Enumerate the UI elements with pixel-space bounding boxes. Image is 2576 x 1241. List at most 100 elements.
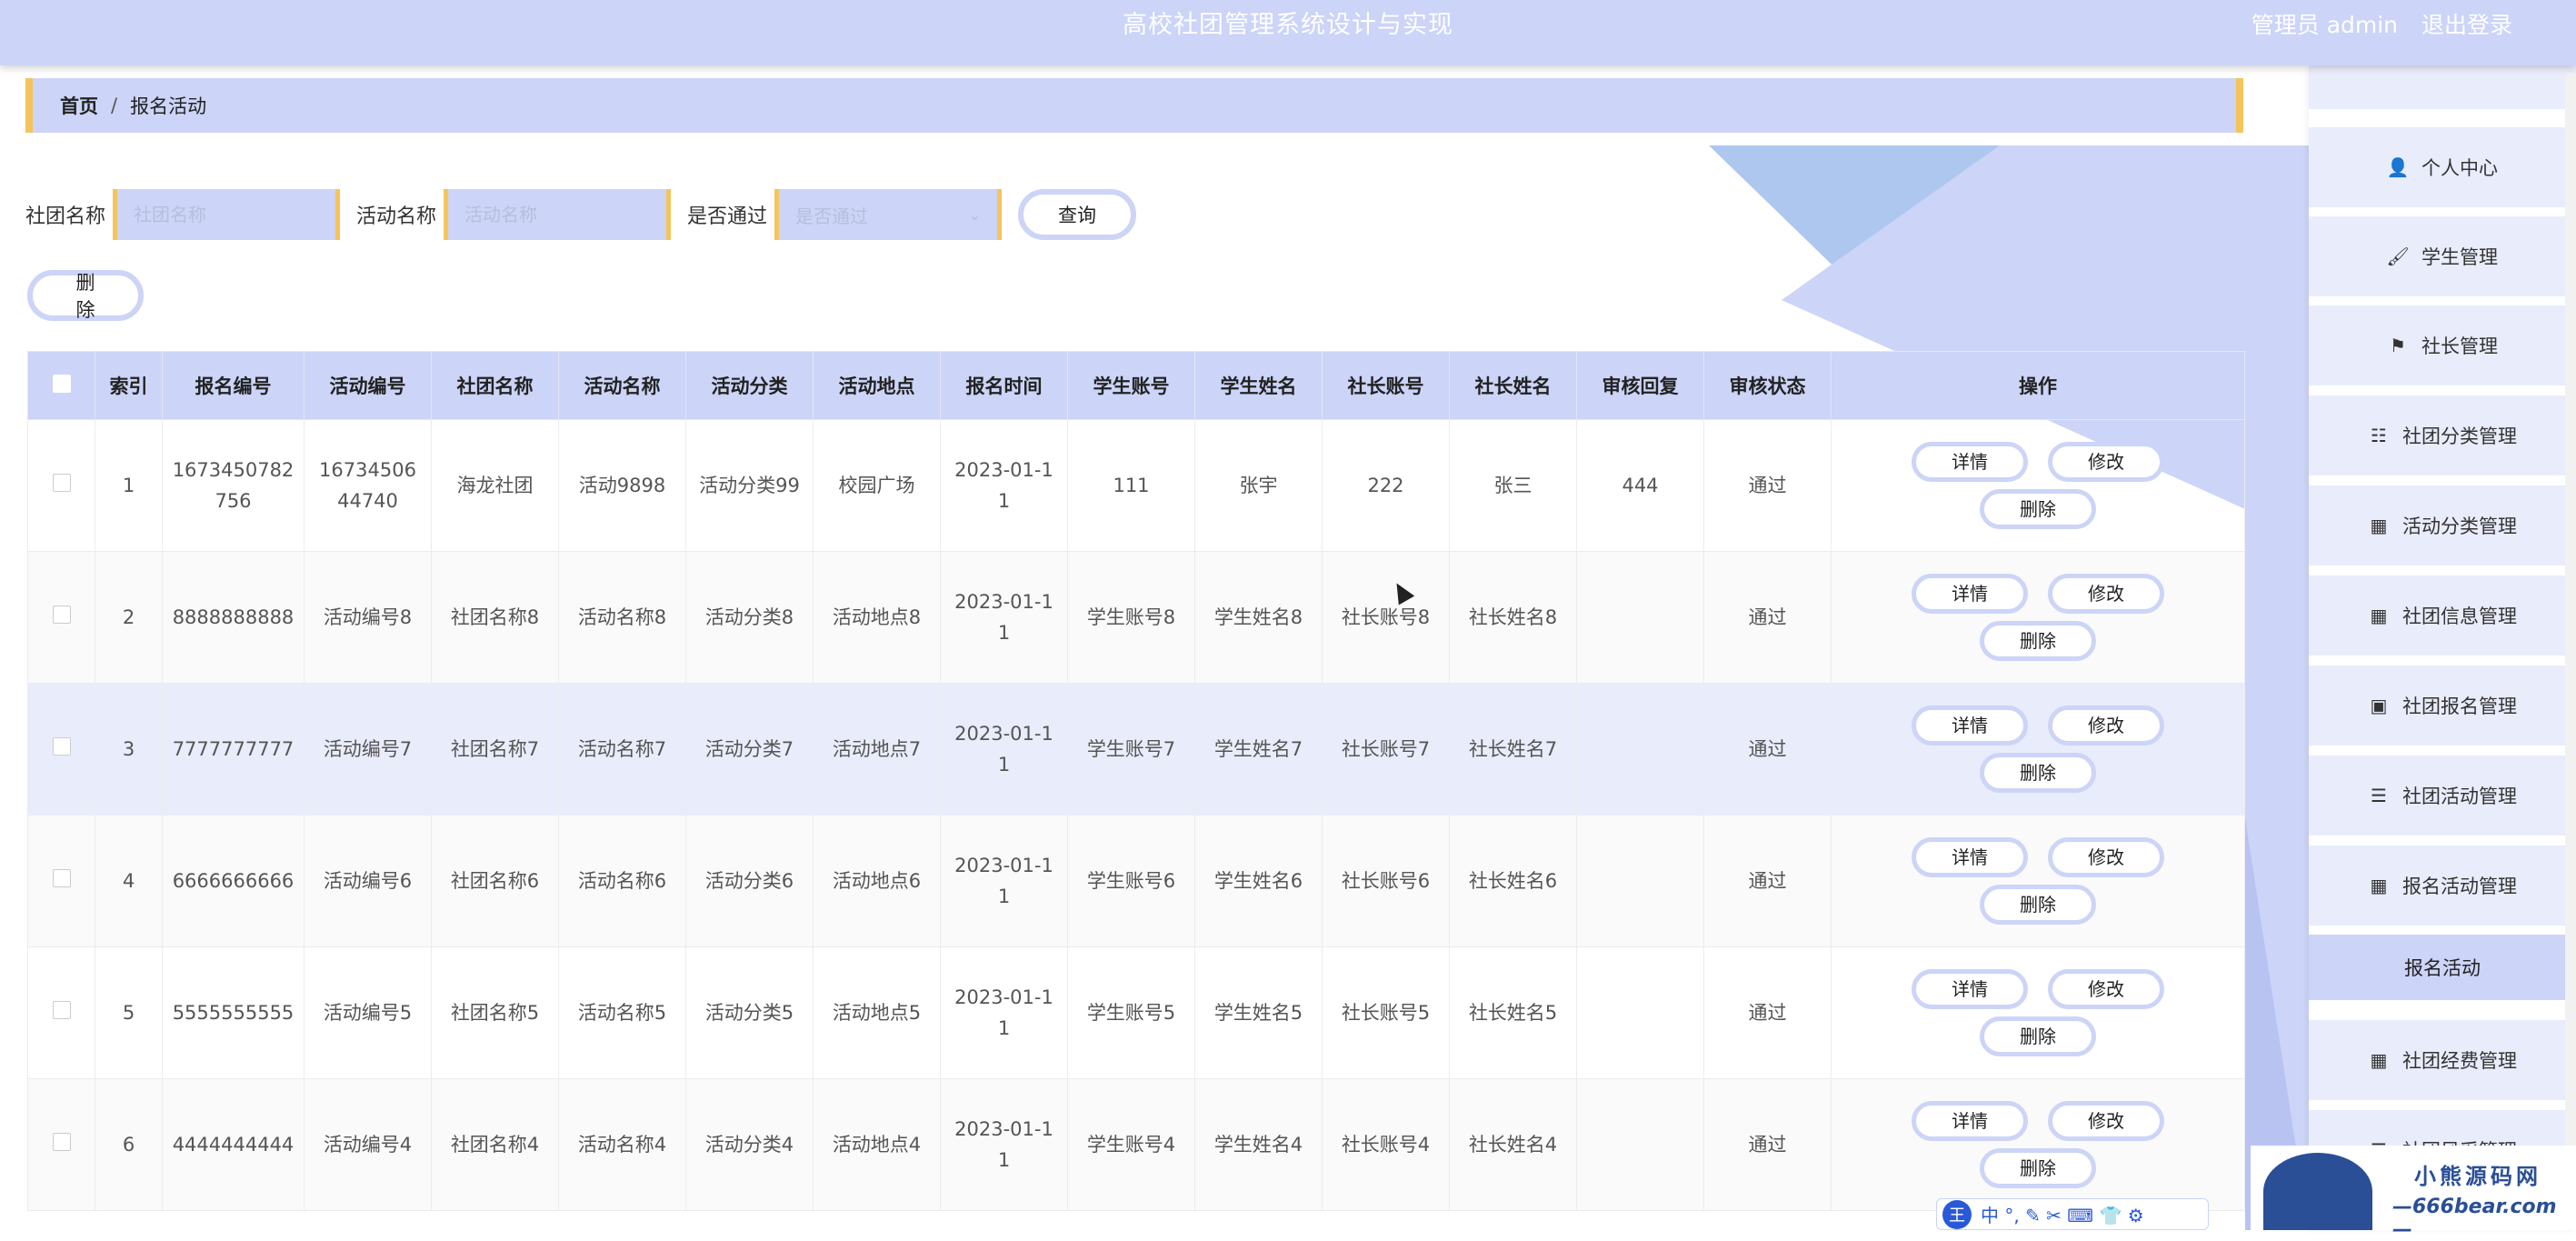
table-cell: 通过	[1703, 946, 1832, 1079]
sidebar-item[interactable]: ▦ 活动分类管理	[2309, 485, 2576, 565]
detail-button[interactable]: 详情	[1912, 1101, 2028, 1141]
table-cell: 活动编号4	[304, 1078, 432, 1211]
watermark-logo: 小熊源码网 —666bear.com—	[2251, 1146, 2576, 1241]
edit-button[interactable]: 修改	[2048, 574, 2164, 614]
sidebar-item[interactable]: 👤 个人中心	[2309, 127, 2576, 207]
row-checkbox[interactable]	[52, 474, 71, 492]
table-cell: 5	[95, 946, 163, 1079]
flag-icon: ⚑	[2390, 335, 2406, 356]
column-header: 活动地点	[813, 351, 941, 420]
row-select-cell	[27, 551, 95, 684]
sidebar-item[interactable]: ▦ 社团信息管理	[2309, 575, 2576, 656]
list-icon: ☰	[2371, 785, 2387, 806]
sidebar-item[interactable]: ⚑ 社长管理	[2309, 305, 2576, 385]
table-cell: 活动名称7	[558, 683, 686, 816]
detail-button[interactable]: 详情	[1912, 706, 2028, 746]
pass-status-select[interactable]: 是否通过 ⌄	[774, 189, 1003, 240]
edit-button[interactable]: 修改	[2048, 442, 2164, 482]
table-row: 2 8888888888 活动编号8 社团名称8 活动名称8 活动分类8 活动地点8 2023…	[27, 551, 2245, 684]
sliders-icon: ☷	[2371, 425, 2387, 446]
grid-icon: ▦	[2370, 1049, 2388, 1071]
table-cell: 社长账号5	[1322, 946, 1450, 1079]
sidebar-item-label: 社长管理	[2421, 335, 2498, 357]
sidebar-item[interactable]: ▣ 社团报名管理	[2309, 666, 2576, 746]
edit-button[interactable]: 修改	[2048, 969, 2164, 1009]
watermark-name: 小熊源码网	[2414, 1164, 2541, 1189]
sidebar-item[interactable]: ▦ 社团经费管理	[2309, 1020, 2576, 1100]
table-cell	[1576, 946, 1704, 1079]
detail-button[interactable]: 详情	[1912, 837, 2028, 877]
table-cell: 学生账号7	[1067, 683, 1195, 816]
table-cell: 通过	[1703, 419, 1832, 552]
row-select-cell	[27, 815, 95, 947]
row-delete-button[interactable]: 删除	[1980, 753, 2096, 793]
column-header: 社长账号	[1322, 351, 1450, 420]
table-cell: 社长姓名6	[1449, 815, 1577, 947]
detail-button[interactable]: 详情	[1912, 574, 2028, 614]
table-cell: 活动地点7	[813, 683, 941, 816]
sidebar-item-label: 社团经费管理	[2402, 1050, 2517, 1072]
table-row: 6 4444444444 活动编号4 社团名称4 活动名称4 活动分类4 活动地点4 2023…	[27, 1078, 2245, 1211]
breadcrumb-separator: /	[111, 95, 118, 116]
sidebar-scrollbar[interactable]	[2565, 73, 2576, 1230]
row-checkbox[interactable]	[52, 1001, 71, 1019]
table-cell: 社长账号4	[1322, 1078, 1450, 1211]
row-checkbox[interactable]	[52, 605, 71, 624]
row-actions: 详情 修改删除	[1831, 815, 2245, 947]
sidebar-item[interactable]: ☰ 社团活动管理	[2309, 756, 2576, 836]
sidebar-item[interactable]: 🖌 学生管理	[2309, 216, 2576, 296]
row-checkbox[interactable]	[52, 1133, 71, 1151]
table-cell: 社长姓名5	[1449, 946, 1577, 1079]
table-cell: 5555555555	[162, 946, 305, 1079]
sidebar-item[interactable]: ▦ 报名活动管理	[2309, 846, 2576, 926]
row-checkbox[interactable]	[52, 737, 71, 756]
column-header: 操作	[1831, 351, 2245, 420]
table-cell: 2023-01-11	[940, 419, 1068, 552]
table-cell: 4444444444	[162, 1078, 305, 1211]
sidebar-item[interactable]: 报名活动	[2309, 935, 2576, 1000]
table-cell: 学生账号6	[1067, 815, 1195, 947]
table-cell: 学生账号4	[1067, 1078, 1195, 1211]
logout-link[interactable]: 退出登录	[2421, 12, 2512, 38]
table-cell: 活动地点6	[813, 815, 941, 947]
query-button[interactable]: 查询	[1018, 189, 1137, 240]
row-delete-button[interactable]: 删除	[1980, 621, 2096, 661]
table-cell: 社长姓名4	[1449, 1078, 1577, 1211]
table-cell: 444	[1576, 419, 1704, 552]
table-cell: 活动分类7	[685, 683, 814, 816]
edit-button[interactable]: 修改	[2048, 837, 2164, 877]
registration-table: 索引 报名编号 活动编号 社团名称 活动名称 活动分类 活动地点 报名时间 学生…	[27, 351, 2245, 1211]
table-cell: 学生姓名8	[1194, 551, 1323, 684]
club-name-input[interactable]	[113, 189, 341, 240]
edit-button[interactable]: 修改	[2048, 1101, 2164, 1141]
row-delete-button[interactable]: 删除	[1980, 885, 2096, 925]
ime-tools: 中 °, ✎ ✂ ⌨ 👕 ⚙	[1981, 1205, 2144, 1226]
select-all-cell	[27, 351, 95, 420]
edit-button[interactable]: 修改	[2048, 706, 2164, 746]
detail-button[interactable]: 详情	[1912, 442, 2028, 482]
table-header-row: 索引 报名编号 活动编号 社团名称 活动名称 活动分类 活动地点 报名时间 学生…	[27, 351, 2245, 420]
row-checkbox[interactable]	[52, 869, 71, 887]
sidebar-item-label: 报名活动管理	[2402, 876, 2517, 897]
row-delete-button[interactable]: 删除	[1980, 1016, 2096, 1056]
current-user: 管理员 admin	[2251, 12, 2399, 38]
table-cell: 活动分类5	[685, 946, 814, 1079]
table-cell: 4	[95, 815, 163, 947]
select-all-checkbox[interactable]	[52, 374, 71, 393]
table-cell: 张三	[1449, 419, 1577, 552]
table-cell: 社长姓名7	[1449, 683, 1577, 816]
sidebar-item[interactable]: ☷ 社团分类管理	[2309, 395, 2576, 475]
breadcrumb-home[interactable]: 首页	[60, 92, 98, 119]
sidebar-item-label: 报名活动	[2404, 957, 2481, 979]
row-delete-button[interactable]: 删除	[1980, 1148, 2096, 1188]
table-cell: 社长账号7	[1322, 683, 1450, 816]
activity-name-input[interactable]	[444, 189, 672, 240]
table-cell: 社团名称6	[431, 815, 559, 947]
table-cell: 通过	[1703, 551, 1832, 684]
row-delete-button[interactable]: 删除	[1980, 489, 2096, 529]
row-select-cell	[27, 419, 95, 552]
batch-delete-button[interactable]: 删除	[27, 270, 144, 321]
detail-button[interactable]: 详情	[1912, 969, 2028, 1009]
row-actions: 详情 修改删除	[1831, 683, 2245, 816]
table-cell	[1576, 1078, 1704, 1211]
